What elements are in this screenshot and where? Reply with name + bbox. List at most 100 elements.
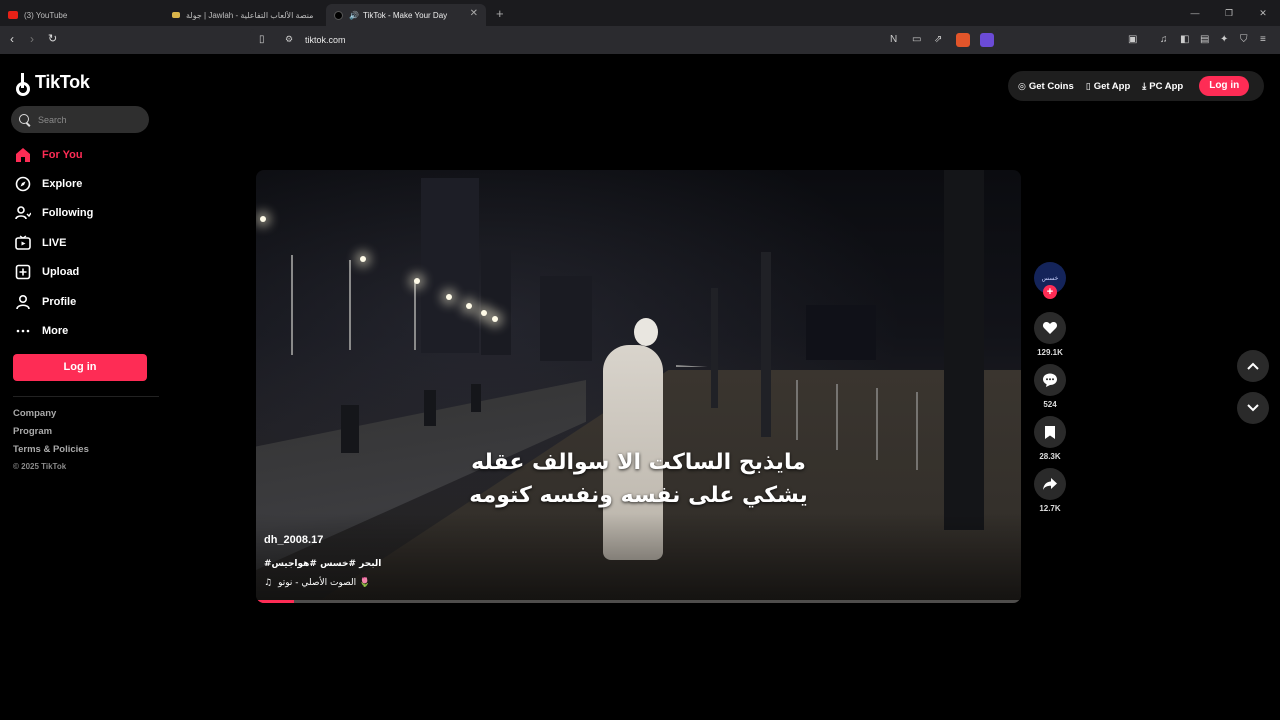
sidebar-item-label: LIVE	[42, 236, 67, 249]
sidebar-toggle-icon[interactable]: ▣	[1128, 34, 1137, 45]
video-lamp-pole	[291, 255, 293, 355]
tab-jawlah[interactable]: جولة | Jawlah - منصة الألعاب التفاعلية	[164, 4, 326, 26]
comment-count: 524	[1043, 400, 1057, 409]
compass-icon	[14, 175, 32, 193]
coin-icon: ◎	[1018, 80, 1026, 91]
vpn-icon[interactable]: ⛉	[1240, 34, 1248, 45]
search-input[interactable]	[38, 114, 138, 125]
speaker-icon[interactable]: 🔊	[349, 11, 359, 20]
reader-icon[interactable]: ◧	[1180, 34, 1189, 45]
address-bar[interactable]	[250, 29, 1000, 51]
save-button[interactable]	[1034, 416, 1066, 448]
jawlah-icon	[172, 12, 180, 18]
tab-title: TikTok - Make Your Day	[362, 10, 448, 20]
sidebar-item-for-you[interactable]: For You	[14, 140, 154, 169]
ai-icon[interactable]: ✦	[1220, 34, 1228, 45]
window-controls: — ❐ ✕	[1178, 0, 1280, 26]
reload-icon[interactable]: ↻	[48, 32, 57, 45]
like-button[interactable]	[1034, 312, 1066, 344]
top-actions: ◎ Get Coins ▯ Get App ⤓ PC App Log in	[1008, 71, 1264, 101]
sidebar-item-label: Upload	[42, 266, 80, 279]
tab-title: (3) YouTube	[24, 10, 68, 20]
brave-shield-icon[interactable]	[956, 33, 970, 47]
video-pillar	[711, 288, 718, 408]
bookmark-icon	[1045, 425, 1055, 439]
phone-icon: ▯	[1085, 80, 1091, 91]
get-app-button[interactable]: ▯ Get App	[1086, 81, 1131, 92]
music-icon[interactable]: ♫	[1160, 34, 1168, 45]
bookmark-icon[interactable]: ▯	[259, 34, 265, 45]
sidebar-item-live[interactable]: LIVE	[14, 228, 154, 257]
rewards-icon[interactable]	[980, 33, 994, 47]
video-progress-bar[interactable]	[256, 600, 1021, 603]
video-lamp	[414, 278, 420, 284]
tab-tiktok[interactable]: 🔊 TikTok - Make Your Day ✕	[326, 4, 486, 26]
video-lamp	[446, 294, 452, 300]
next-video-button[interactable]	[1237, 392, 1269, 424]
pc-app-button[interactable]: ⤓ PC App	[1142, 81, 1183, 92]
heart-icon	[1042, 322, 1058, 334]
sidebar-divider	[13, 396, 159, 397]
video-player[interactable]: مايذبح الساكت الا سوالف عقله يشكي على نف…	[256, 170, 1021, 603]
video-lamp	[492, 316, 498, 322]
sidebar-item-following[interactable]: Following	[14, 199, 154, 228]
sidebar-item-profile[interactable]: Profile	[14, 287, 154, 316]
music-note-icon: ♫	[264, 578, 273, 588]
user-follow-icon	[14, 204, 32, 222]
video-sound[interactable]: ♫ الصوت الأصلي - نوتو 🌷	[264, 578, 370, 588]
site-settings-icon[interactable]: ⚙	[285, 34, 293, 45]
close-tab-icon[interactable]: ✕	[470, 8, 478, 19]
login-button[interactable]: Log in	[1199, 76, 1250, 96]
get-coins-button[interactable]: ◎ Get Coins	[1018, 81, 1074, 92]
video-lamp	[481, 310, 487, 316]
video-pillar	[761, 252, 771, 437]
sidebar-nav: For You Explore Following LIVE Upload Pr…	[14, 140, 154, 346]
wallet-icon[interactable]: ▤	[1200, 34, 1209, 45]
translate-icon[interactable]: N	[890, 34, 897, 45]
chevron-up-icon	[1247, 362, 1259, 370]
video-lamp	[260, 216, 266, 222]
more-dots-icon	[14, 322, 32, 340]
sidebar-item-explore[interactable]: Explore	[14, 169, 154, 198]
previous-video-button[interactable]	[1237, 350, 1269, 382]
video-author[interactable]: dh_2008.17	[264, 534, 323, 546]
like-count: 129.1K	[1037, 348, 1063, 357]
new-tab-icon[interactable]: +	[496, 6, 504, 21]
menu-icon[interactable]: ≡	[1260, 34, 1266, 45]
sidebar-login-button[interactable]: Log in	[13, 354, 147, 381]
cast-icon[interactable]: ▭	[912, 34, 921, 45]
live-icon	[14, 234, 32, 252]
tab-youtube[interactable]: (3) YouTube	[0, 4, 164, 26]
comment-icon	[1043, 373, 1057, 387]
restore-icon[interactable]: ❐	[1212, 0, 1246, 26]
search-box[interactable]	[11, 106, 149, 133]
video-hashtags[interactable]: #البحر #خسس #هواجيس	[264, 559, 381, 569]
url-text[interactable]: tiktok.com	[305, 35, 346, 45]
share-button[interactable]	[1034, 468, 1066, 500]
sidebar-item-upload[interactable]: Upload	[14, 258, 154, 287]
footer-link-terms[interactable]: Terms & Policies	[13, 444, 89, 462]
comment-button[interactable]	[1034, 364, 1066, 396]
sidebar-item-label: Explore	[42, 178, 83, 191]
footer-link-company[interactable]: Company	[13, 408, 89, 426]
video-progress-fill	[256, 600, 295, 603]
profile-icon	[14, 293, 32, 311]
sidebar-item-label: For You	[42, 148, 83, 161]
forward-icon[interactable]: ›	[30, 32, 34, 46]
back-icon[interactable]: ‹	[10, 32, 14, 46]
minimize-icon[interactable]: —	[1178, 0, 1212, 26]
video-rail-bar	[836, 384, 838, 450]
share-icon[interactable]: ⇗	[934, 34, 942, 45]
sidebar-item-more[interactable]: More	[14, 316, 154, 345]
search-icon[interactable]	[19, 113, 31, 126]
video-bollard	[424, 390, 436, 426]
video-lamp-pole	[414, 280, 416, 350]
home-icon	[14, 146, 32, 164]
footer-link-program[interactable]: Program	[13, 426, 89, 444]
close-window-icon[interactable]: ✕	[1246, 0, 1280, 26]
browser-tab-bar: (3) YouTube جولة | Jawlah - منصة الألعاب…	[0, 0, 1280, 26]
sound-name: الصوت الأصلي - نوتو 🌷	[278, 578, 371, 588]
tiktok-note-icon	[15, 72, 31, 96]
follow-plus-icon[interactable]: +	[1043, 285, 1057, 299]
tiktok-logo[interactable]: TikTok	[15, 72, 90, 96]
